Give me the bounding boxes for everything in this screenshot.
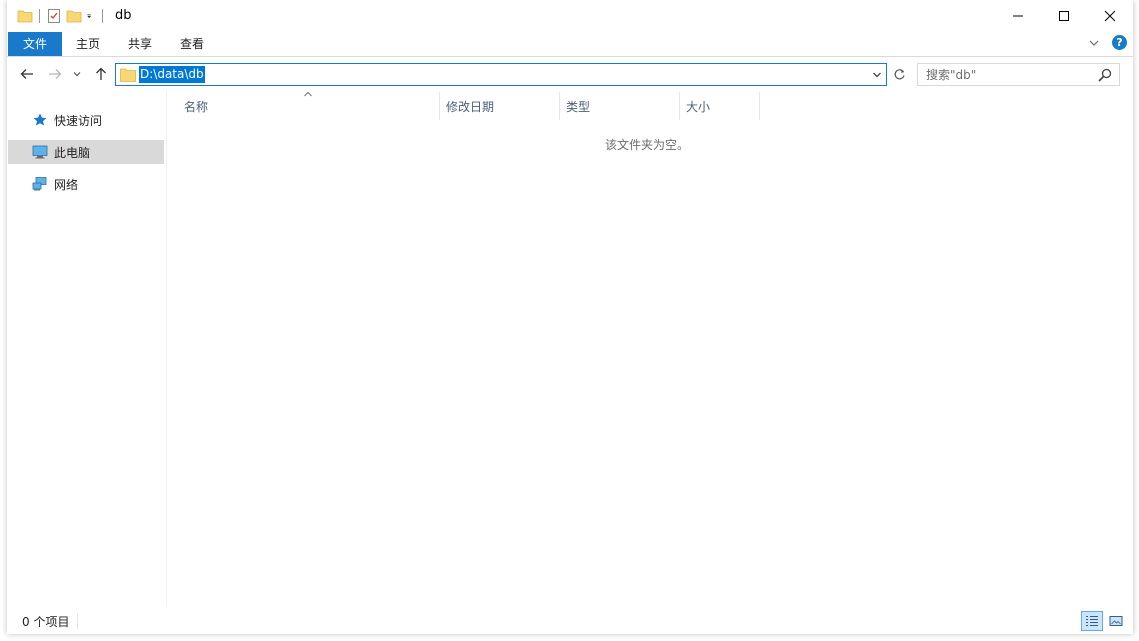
sidebar-item-label: 网络: [54, 177, 79, 192]
title-bar: db: [7, 0, 1133, 31]
address-dropdown-button[interactable]: [870, 67, 884, 83]
ribbon-right-controls: ?: [1088, 35, 1127, 50]
navigation-bar: D:\data\db: [7, 58, 1133, 92]
minimize-icon: [1013, 15, 1023, 16]
item-count: 0 个项目: [22, 614, 70, 629]
search-input[interactable]: [926, 67, 1096, 82]
search-icon[interactable]: [1097, 67, 1113, 83]
folder-icon: [17, 10, 33, 22]
computer-icon: [32, 145, 48, 159]
properties-icon[interactable]: [46, 8, 62, 24]
column-header-size[interactable]: 大小: [680, 92, 760, 120]
customize-toolbar-chevron-icon[interactable]: [86, 8, 96, 24]
forward-button[interactable]: [45, 64, 65, 84]
sort-ascending-icon: [304, 91, 312, 97]
close-icon: [1104, 10, 1116, 21]
sidebar-item-network[interactable]: 网络: [8, 172, 164, 196]
quick-access-toolbar: [17, 0, 109, 31]
window-controls: [995, 0, 1133, 31]
address-bar[interactable]: D:\data\db: [115, 63, 887, 86]
sidebar-item-quick-access[interactable]: 快速访问: [8, 108, 164, 132]
status-bar: 0 个项目: [7, 608, 1133, 634]
expand-ribbon-icon[interactable]: [1088, 37, 1100, 49]
window-title: db: [115, 8, 132, 23]
large-icons-view-icon: [1109, 616, 1123, 626]
explorer-window: db 文件 主页 共享 查看 ? D:\data\db 搜索"db" 快速访问 …: [7, 0, 1133, 634]
tab-share[interactable]: 共享: [114, 32, 166, 56]
column-header-name[interactable]: 名称: [167, 91, 440, 120]
address-path[interactable]: D:\data\db: [139, 66, 205, 83]
back-button[interactable]: [17, 64, 37, 84]
maximize-button[interactable]: [1041, 0, 1087, 31]
empty-folder-text: 该文件夹为空。: [604, 138, 689, 152]
ribbon-tabs: 文件 主页 共享 查看 ?: [7, 31, 1133, 57]
back-arrow-icon: [20, 69, 33, 79]
network-icon: [32, 177, 47, 191]
help-button[interactable]: ?: [1112, 35, 1127, 50]
tab-view[interactable]: 查看: [166, 32, 218, 56]
minimize-button[interactable]: [995, 0, 1041, 31]
search-box[interactable]: [917, 63, 1120, 86]
large-icons-view-button[interactable]: [1105, 611, 1127, 631]
sidebar-item-label: 此电脑: [54, 145, 91, 160]
column-header-type[interactable]: 类型: [560, 92, 680, 120]
chevron-down-icon: [873, 72, 881, 78]
navigation-pane: 快速访问 此电脑 网络: [7, 92, 167, 607]
toolbar-separator: [39, 8, 40, 23]
chevron-down-icon: [73, 72, 81, 77]
sidebar-item-label: 快速访问: [54, 113, 103, 128]
refresh-icon: [894, 69, 905, 80]
tab-home[interactable]: 主页: [62, 32, 114, 56]
details-view-button[interactable]: [1081, 611, 1103, 631]
up-arrow-icon: [96, 67, 106, 80]
tab-file[interactable]: 文件: [8, 31, 63, 56]
toolbar-separator: [102, 8, 103, 23]
up-button[interactable]: [91, 64, 111, 84]
status-separator: [77, 613, 79, 629]
folder-icon: [120, 68, 136, 82]
refresh-button[interactable]: [889, 63, 909, 86]
forward-arrow-icon: [49, 69, 62, 79]
empty-folder-message: 该文件夹为空。: [167, 136, 1127, 153]
column-header-date-modified[interactable]: 修改日期: [440, 92, 560, 120]
new-folder-icon[interactable]: [66, 8, 82, 24]
view-toggle: [1079, 611, 1127, 631]
star-icon: [33, 113, 47, 126]
column-header-label: 名称: [184, 99, 209, 114]
column-header-label: 大小: [686, 99, 711, 114]
close-button[interactable]: [1087, 0, 1133, 31]
details-view-icon: [1086, 616, 1098, 626]
column-header-label: 修改日期: [446, 99, 495, 114]
recent-locations-button[interactable]: [70, 64, 84, 84]
column-header-label: 类型: [566, 99, 591, 114]
sidebar-item-this-pc[interactable]: 此电脑: [8, 140, 164, 164]
maximize-icon: [1059, 10, 1069, 21]
file-list: 名称 修改日期 类型 大小 该文件夹为空。: [167, 91, 1127, 607]
